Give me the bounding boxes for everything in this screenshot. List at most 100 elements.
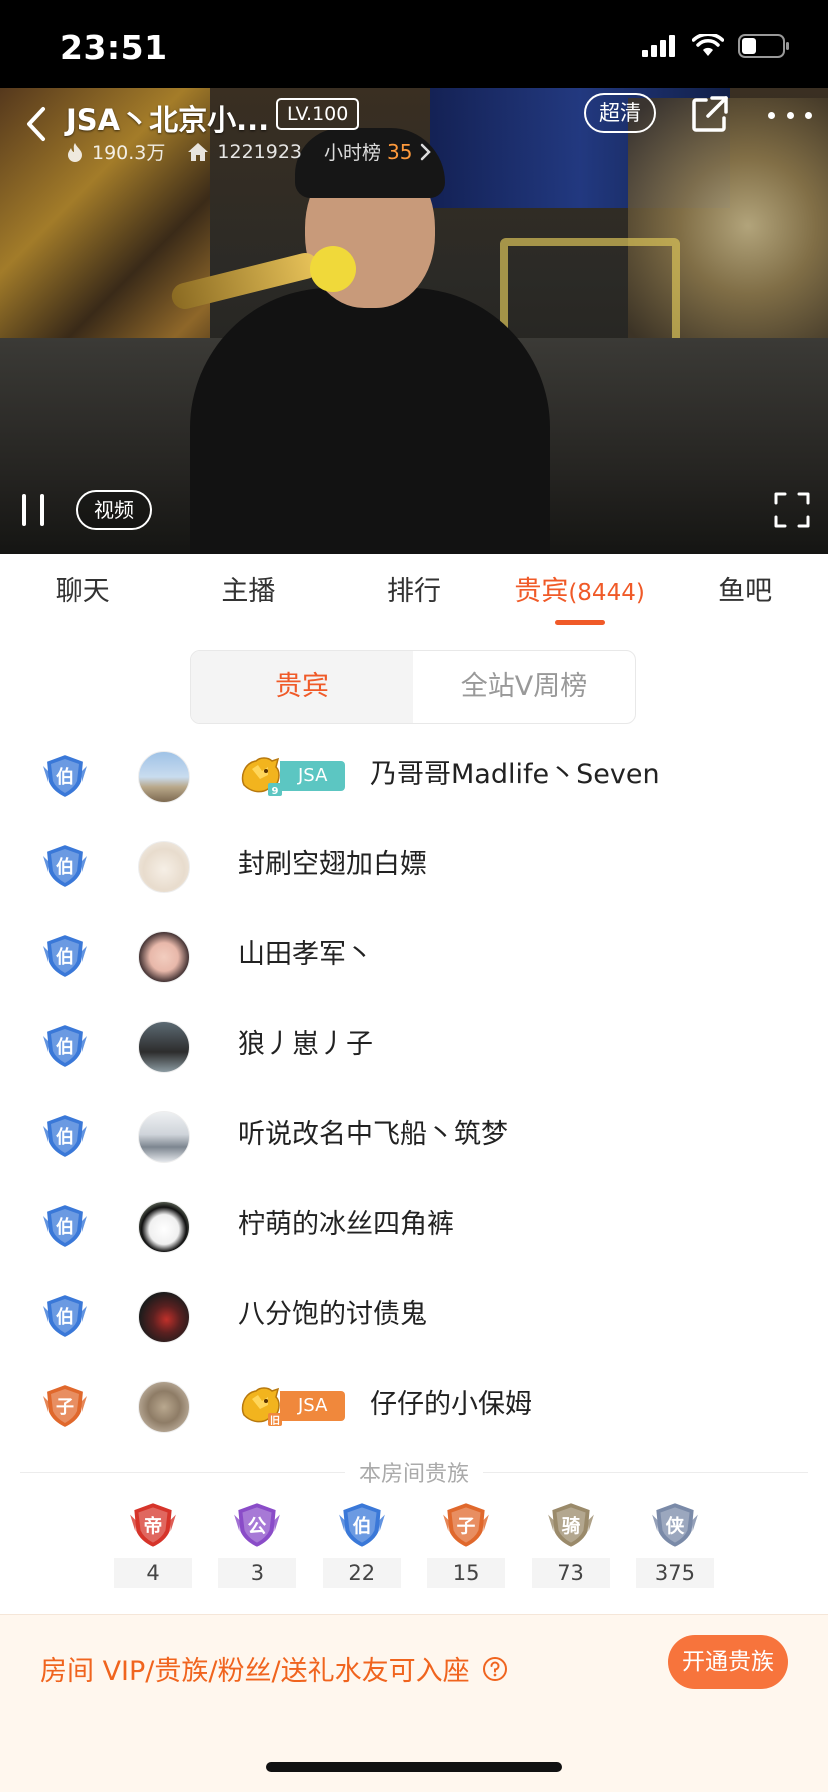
share-icon — [692, 96, 728, 132]
nobility-counts: 帝 4 公 3 伯 22 子 15 骑 73 侠 375 — [114, 1500, 714, 1588]
pause-icon — [22, 494, 26, 526]
open-nobility-button[interactable]: 开通贵族 — [668, 1635, 788, 1689]
nobility-rank-icon: 侠 — [649, 1500, 701, 1550]
guest-list: 伯 9 JSA 乃哥哥Madlife丶Seven 伯 封刷空翅加白嫖 伯 山田孝军… — [0, 730, 828, 1450]
nobility-rank-icon: 伯 — [40, 752, 90, 800]
nobility-rank-icon: 骑 — [545, 1500, 597, 1550]
fan-badge-label: JSA — [280, 761, 346, 791]
segment-guests[interactable]: 贵宾 — [191, 651, 413, 723]
svg-text:伯: 伯 — [352, 1515, 371, 1537]
svg-text:9: 9 — [272, 786, 279, 797]
guest-row[interactable]: 伯 柠萌的冰丝四角裤 — [0, 1180, 828, 1270]
status-bar: 23:51 — [0, 0, 828, 88]
svg-text:旧: 旧 — [270, 1415, 280, 1427]
tab-streamer[interactable]: 主播 — [166, 554, 332, 644]
nobility-count: 22 — [322, 1558, 401, 1588]
video-mode-button[interactable]: 视频 — [76, 490, 152, 530]
heat-value: 190.3万 — [92, 142, 166, 164]
more-button[interactable] — [768, 100, 812, 130]
room-title[interactable]: JSA丶北京小... — [66, 94, 269, 135]
nobility-rank-icon: 公 — [231, 1500, 283, 1550]
svg-text:公: 公 — [248, 1516, 267, 1537]
avatar[interactable] — [138, 1381, 190, 1433]
svg-text:骑: 骑 — [561, 1515, 580, 1537]
avatar[interactable] — [138, 1291, 190, 1343]
svg-text:伯: 伯 — [56, 1306, 74, 1328]
more-dot-icon — [786, 111, 794, 119]
level-badge: LV.100 — [276, 98, 360, 130]
nobility-count: 3 — [218, 1558, 297, 1588]
nobility-rank-icon: 伯 — [40, 932, 90, 980]
nobility-count-item: 骑 73 — [531, 1500, 610, 1588]
seat-notice: 房间 VIP/贵族/粉丝/送礼水友可入座 — [40, 1649, 508, 1688]
status-icons — [642, 34, 790, 58]
dragon-icon: 旧 — [241, 1387, 282, 1427]
guest-row[interactable]: 伯 狼丿崽丿子 — [0, 1000, 828, 1090]
signal-icon — [642, 35, 675, 57]
guest-row[interactable]: 伯 9 JSA 乃哥哥Madlife丶Seven — [0, 730, 828, 820]
guest-row[interactable]: 伯 八分饱的讨债鬼 — [0, 1270, 828, 1360]
guest-name: 听说改名中飞船丶筑梦 — [238, 1119, 508, 1150]
guest-row[interactable]: 子 旧 JSA 仔仔的小保姆 — [0, 1360, 828, 1450]
fan-badge: 旧 JSA — [238, 1386, 346, 1427]
battery-icon — [738, 34, 789, 58]
guest-segment-control: 贵宾 全站V周榜 — [190, 650, 636, 724]
nobility-count-item: 帝 4 — [114, 1500, 192, 1588]
tab-fish-bar[interactable]: 鱼吧 — [662, 554, 828, 644]
heat-stat: 190.3万 — [66, 138, 165, 165]
guest-name: 八分饱的讨债鬼 — [238, 1299, 427, 1330]
avatar[interactable] — [138, 751, 190, 803]
avatar[interactable] — [138, 1201, 190, 1253]
avatar[interactable] — [138, 1111, 190, 1163]
tab-ranking[interactable]: 排行 — [331, 554, 497, 644]
guest-row[interactable]: 伯 听说改名中飞船丶筑梦 — [0, 1090, 828, 1180]
svg-text:帝: 帝 — [144, 1515, 163, 1537]
segment-weekly-vip[interactable]: 全站V周榜 — [413, 651, 635, 723]
svg-text:伯: 伯 — [56, 1036, 74, 1058]
guest-name: 仔仔的小保姆 — [370, 1389, 532, 1420]
tab-guests-count: (8444) — [568, 580, 645, 606]
avatar[interactable] — [138, 931, 190, 983]
hourly-rank-value: 35 — [387, 139, 413, 164]
seat-notice-text: 房间 VIP/贵族/粉丝/送礼水友可入座 — [40, 1656, 470, 1687]
room-stats: 190.3万 1221923 小时榜 35 — [66, 138, 461, 165]
quality-button[interactable]: 超清 — [584, 93, 656, 133]
nobility-count-item: 公 3 — [218, 1500, 297, 1588]
more-dot-icon — [805, 111, 812, 119]
back-button[interactable] — [18, 100, 54, 148]
nobility-rank-icon: 伯 — [40, 1292, 90, 1340]
guest-row[interactable]: 伯 封刷空翅加白嫖 — [0, 820, 828, 910]
svg-text:伯: 伯 — [56, 946, 74, 968]
pause-button[interactable] — [22, 494, 44, 526]
nobility-rank-icon: 帝 — [127, 1500, 179, 1550]
guest-name: 狼丿崽丿子 — [238, 1029, 373, 1060]
avatar[interactable] — [138, 1021, 190, 1073]
chevron-right-icon — [420, 143, 431, 160]
nobility-rank-icon: 伯 — [40, 1022, 90, 1070]
nobility-count: 15 — [427, 1558, 506, 1588]
guest-name: 柠萌的冰丝四角裤 — [238, 1209, 454, 1240]
guest-name: 山田孝军丶 — [238, 939, 373, 970]
nobility-rank-icon: 子 — [440, 1500, 492, 1550]
nobility-rank-icon: 伯 — [40, 1202, 90, 1250]
nobility-rank-icon: 伯 — [40, 842, 90, 890]
guest-row[interactable]: 伯 山田孝军丶 — [0, 910, 828, 1000]
nobility-count-item: 伯 22 — [322, 1500, 401, 1588]
help-icon[interactable] — [482, 1656, 508, 1682]
hourly-rank[interactable]: 小时榜 35 — [324, 138, 438, 165]
svg-text:伯: 伯 — [56, 766, 74, 788]
avatar[interactable] — [138, 841, 190, 893]
status-time: 23:51 — [60, 28, 168, 67]
tab-chat[interactable]: 聊天 — [0, 554, 166, 644]
svg-text:伯: 伯 — [56, 1216, 74, 1238]
share-button[interactable] — [690, 94, 734, 138]
nobility-count: 73 — [531, 1558, 610, 1588]
room-id-stat: 1221923 — [187, 141, 302, 163]
nobility-count-item: 侠 375 — [635, 1500, 714, 1588]
tab-guests[interactable]: 贵宾(8444) — [497, 554, 663, 644]
fullscreen-button[interactable] — [774, 492, 810, 528]
active-tab-indicator — [555, 620, 605, 625]
home-indicator — [266, 1762, 562, 1772]
fan-badge-label: JSA — [280, 1391, 346, 1421]
nobility-title: 本房间贵族 — [0, 1456, 828, 1488]
